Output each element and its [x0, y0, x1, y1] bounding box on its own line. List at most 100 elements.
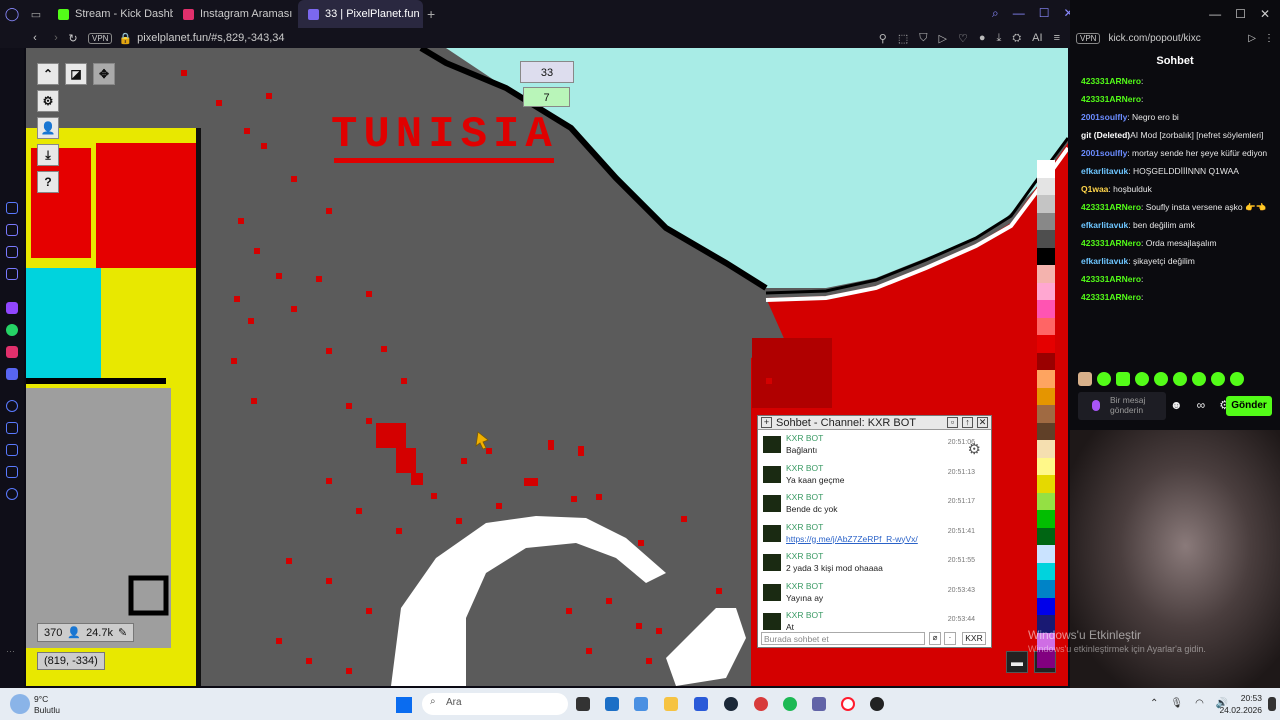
teams-icon[interactable]: [812, 697, 826, 711]
palette-color-swatch[interactable]: [1037, 545, 1055, 563]
message-username[interactable]: efkarlitavuk: [1081, 256, 1128, 266]
profile-icon[interactable]: ●: [979, 32, 986, 45]
maximize-chat-icon[interactable]: ↑: [962, 417, 973, 428]
palette-color-swatch[interactable]: [1037, 160, 1055, 178]
recording-app-icon[interactable]: [870, 697, 884, 711]
url-text[interactable]: pixelplanet.fun/#s,829,-343,34: [137, 32, 284, 44]
tray-expand-icon[interactable]: ⌃: [1150, 698, 1158, 709]
message-username[interactable]: 423331ARNero: [1081, 292, 1141, 302]
tab-pixelplanet[interactable]: 33 | PixelPlanet.fun ✕: [298, 0, 423, 28]
settings-button[interactable]: ⚙: [37, 90, 59, 112]
new-tab-icon[interactable]: +: [427, 6, 435, 22]
add-channel-icon[interactable]: +: [761, 417, 772, 428]
palette-color-swatch[interactable]: [1037, 177, 1055, 195]
heart-icon[interactable]: ♡: [958, 32, 968, 45]
send-button[interactable]: Gönder: [1226, 396, 1272, 416]
sidebar-whatsapp-icon[interactable]: [6, 324, 18, 336]
message-username[interactable]: Q1waa: [1081, 184, 1108, 194]
download-icon[interactable]: ⤓: [996, 32, 1001, 45]
menu-icon[interactable]: ⋮: [1264, 33, 1274, 44]
opera-logo-icon[interactable]: ◯: [0, 6, 24, 22]
message-username[interactable]: 423331ARNero: [1081, 76, 1141, 86]
back-icon[interactable]: ‹: [22, 32, 48, 44]
emote-icon[interactable]: [1192, 372, 1206, 386]
sidebar-cube-icon[interactable]: [6, 422, 18, 434]
spotify-icon[interactable]: [783, 697, 797, 711]
edge-icon[interactable]: [605, 697, 619, 711]
tab-instagram[interactable]: Instagram Araması: [173, 0, 298, 28]
message-username[interactable]: 2001soulfly: [1081, 112, 1127, 122]
sidebar-refresh-icon[interactable]: [6, 202, 18, 214]
sidebar-messenger-icon[interactable]: [6, 224, 18, 236]
palette-color-swatch[interactable]: [1037, 300, 1055, 318]
message-username[interactable]: git (Deleted): [1081, 130, 1130, 140]
file-explorer-icon[interactable]: [664, 697, 678, 711]
link-icon[interactable]: ∞: [1197, 398, 1206, 412]
message-username[interactable]: 423331ARNero: [1081, 202, 1141, 212]
maximize-icon[interactable]: ☐: [1039, 6, 1050, 21]
search-icon[interactable]: ⌕: [992, 6, 999, 21]
mic-icon[interactable]: [1092, 400, 1100, 411]
minimize-icon[interactable]: —: [1013, 6, 1025, 21]
attach-icon[interactable]: ⌀: [929, 632, 941, 645]
palette-color-swatch[interactable]: [1037, 212, 1055, 230]
notification-icon[interactable]: [1268, 697, 1276, 711]
chat-options-icon[interactable]: ·: [944, 632, 956, 645]
download-button[interactable]: ⤓: [37, 144, 59, 166]
weather-icon[interactable]: [10, 694, 30, 714]
message-username[interactable]: efkarlitavuk: [1081, 166, 1128, 176]
sidebar-pinboard-icon[interactable]: [6, 444, 18, 456]
steam-icon[interactable]: [724, 697, 738, 711]
clock-date[interactable]: 24.02.2026: [1212, 705, 1262, 715]
close-icon[interactable]: ✕: [1260, 7, 1270, 21]
palette-color-swatch[interactable]: [1037, 247, 1055, 265]
palette-color-swatch[interactable]: [1037, 387, 1055, 405]
menu-icon[interactable]: ≡: [1054, 32, 1060, 45]
palette-color-swatch[interactable]: [1037, 335, 1055, 353]
shield-icon[interactable]: ⛉: [919, 32, 927, 45]
vpn-badge[interactable]: VPN: [1076, 32, 1101, 44]
palette-color-swatch[interactable]: [1037, 492, 1055, 510]
workspace-icon[interactable]: ▭: [24, 8, 48, 21]
palette-color-swatch[interactable]: [1037, 580, 1055, 598]
reload-icon[interactable]: ↻: [64, 32, 82, 45]
emote-icon[interactable]: [1173, 372, 1187, 386]
sidebar-instagram-icon[interactable]: [6, 346, 18, 358]
sidebar-history-icon[interactable]: [6, 400, 18, 412]
opera-taskbar-icon[interactable]: [841, 697, 855, 711]
chat-toggle-button[interactable]: ▬: [1006, 651, 1028, 673]
close-chat-icon[interactable]: ✕: [977, 417, 988, 428]
palette-color-swatch[interactable]: [1037, 265, 1055, 283]
palette-color-swatch[interactable]: [1037, 457, 1055, 475]
mic-icon[interactable]: 🎙: [1170, 698, 1183, 709]
message-username[interactable]: 423331ARNero: [1081, 274, 1141, 284]
media-icon[interactable]: [754, 697, 768, 711]
play-icon[interactable]: ▷: [1248, 33, 1256, 44]
palette-color-swatch[interactable]: [1037, 405, 1055, 423]
emote-icon[interactable]: [1230, 372, 1244, 386]
palette-color-swatch[interactable]: [1037, 440, 1055, 458]
emoji-picker-icon[interactable]: ☻: [1170, 398, 1183, 412]
palette-color-swatch[interactable]: [1037, 422, 1055, 440]
taskbar-search[interactable]: ⌕ Ara: [422, 693, 568, 715]
move-tool-button[interactable]: ✥: [93, 63, 115, 85]
minimize-icon[interactable]: —: [1209, 7, 1221, 21]
forward-icon[interactable]: ›: [48, 32, 64, 44]
popout-icon[interactable]: ▫: [947, 417, 958, 428]
start-icon[interactable]: [396, 697, 412, 713]
emote-icon[interactable]: [1116, 372, 1130, 386]
channel-button[interactable]: KXR: [962, 632, 986, 645]
emote-icon[interactable]: [1211, 372, 1225, 386]
help-button[interactable]: ?: [37, 171, 59, 193]
palette-color-swatch[interactable]: [1037, 597, 1055, 615]
minimap-button[interactable]: ◪: [65, 63, 87, 85]
emote-icon[interactable]: [1097, 372, 1111, 386]
sidebar-settings-icon[interactable]: [6, 488, 18, 500]
palette-color-swatch[interactable]: [1037, 527, 1055, 545]
chat-input[interactable]: Burada sohbet et: [761, 632, 925, 645]
emote-icon[interactable]: [1135, 372, 1149, 386]
popout-url[interactable]: kick.com/popout/kixc: [1108, 33, 1200, 44]
message-username[interactable]: efkarlitavuk: [1081, 220, 1128, 230]
vpn-badge[interactable]: VPN: [88, 32, 113, 44]
sidebar-discord-icon[interactable]: [6, 368, 18, 380]
